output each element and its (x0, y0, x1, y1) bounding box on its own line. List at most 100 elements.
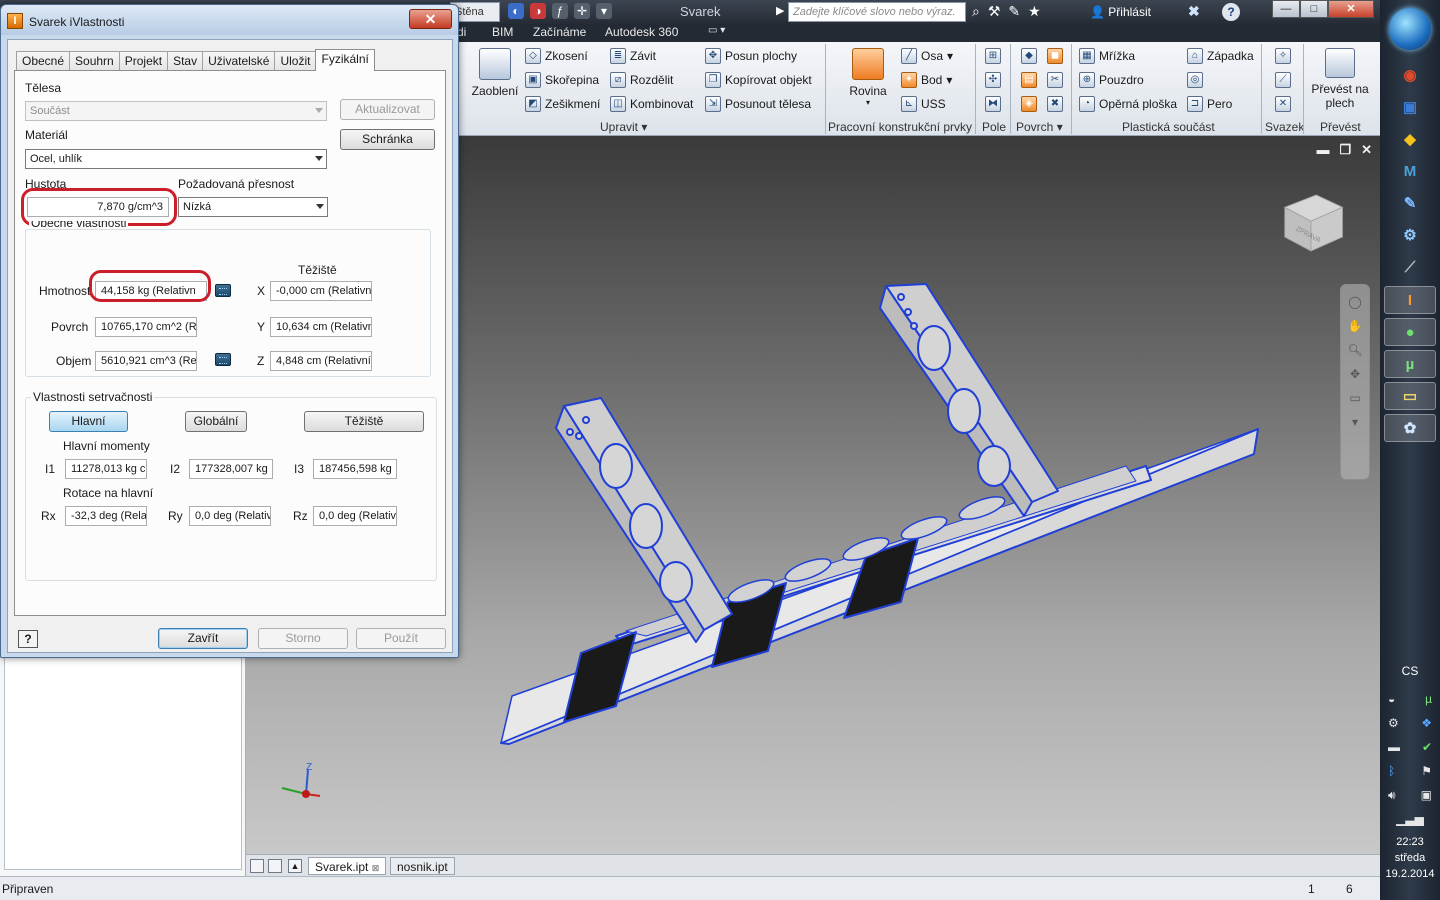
help-icon[interactable]: ? (1222, 3, 1240, 21)
ribbon-tab-getting-started[interactable]: Začínáme (533, 25, 586, 39)
copy-object-button[interactable]: ❐ Kopírovat objekt (705, 72, 812, 88)
volume-icon[interactable]: 🔊︎ (1388, 788, 1396, 803)
split-button[interactable]: ⧄ Rozdělit (610, 72, 673, 88)
login-link[interactable]: 👤 Přihlásit (1090, 5, 1151, 19)
minimize-button[interactable]: — (1272, 0, 1300, 18)
close-icon[interactable]: ⊠ (372, 863, 380, 873)
utorrent-tray-icon[interactable]: µ (1425, 692, 1432, 706)
floppy-icon[interactable]: ▣ (1384, 94, 1436, 122)
accuracy-select[interactable]: Nízká (178, 197, 328, 217)
mass-field[interactable]: 44,158 kg (Relativn (95, 281, 207, 301)
rule-fillet-button[interactable]: ◎ (1187, 72, 1203, 88)
inventor-icon[interactable]: I (1384, 286, 1436, 314)
volume-field[interactable]: 5610,921 cm^3 (Re (95, 351, 197, 371)
shell-button[interactable]: ▣ Skořepina (525, 72, 599, 88)
point-button[interactable]: ✦ Bod ▾ (901, 72, 952, 88)
boundary-patch-icon[interactable]: ▤ (1021, 72, 1037, 88)
wrench-icon[interactable]: ⚒ (988, 3, 1001, 20)
mirror-icon[interactable]: ⧓ (985, 96, 1001, 112)
apply-button[interactable]: Použít (356, 628, 446, 649)
language-indicator[interactable]: CS (1380, 664, 1440, 678)
harness-icon-1[interactable]: ✧ (1275, 48, 1291, 64)
bluetooth-icon[interactable]: ᛒ (1388, 764, 1395, 778)
tab-physical[interactable]: Fyzikální (315, 49, 375, 71)
function-icon[interactable]: ƒ (552, 3, 568, 19)
dialog-titlebar[interactable]: I Svarek iVlastnosti ✕ (1, 5, 458, 35)
appearance-icon[interactable]: ◑ (530, 3, 546, 19)
ribbon-options-icon[interactable]: ▭ ▾ (708, 25, 725, 36)
ribbon-tab-autodesk360[interactable]: Autodesk 360 (605, 25, 678, 39)
matlab-icon[interactable]: M (1384, 158, 1436, 186)
tab-custom[interactable]: Uživatelské (202, 51, 276, 71)
circ-pattern-icon[interactable]: ✣ (985, 72, 1001, 88)
clock[interactable]: 22:23 středa 19.2.2014 (1380, 834, 1440, 882)
calculator-icon[interactable] (215, 284, 231, 297)
i1-field[interactable]: 11278,013 kg c (65, 459, 147, 479)
chrome-icon[interactable]: ◉ (1384, 62, 1436, 90)
material-select[interactable]: Ocel, uhlík (25, 149, 327, 169)
density-field[interactable]: 7,870 g/cm^3 (27, 197, 169, 217)
move-face-button[interactable]: ✥ Posun plochy (705, 48, 797, 64)
clipboard-button[interactable]: Schránka (340, 129, 435, 150)
check-icon[interactable]: ✔ (1422, 740, 1432, 754)
i3-field[interactable]: 187456,598 kg (313, 459, 397, 479)
drive-icon[interactable]: ▬ (1388, 740, 1400, 754)
tools-icon[interactable]: ✎ (1008, 3, 1020, 20)
center-of-gravity-button[interactable]: Těžiště (304, 411, 424, 432)
cog-x-field[interactable]: -0,000 cm (Relativn (270, 281, 372, 301)
i2-field[interactable]: 177328,007 kg (189, 459, 273, 479)
rect-pattern-icon[interactable]: ⊞ (985, 48, 1001, 64)
tab-general[interactable]: Obecné (16, 51, 71, 71)
add-icon[interactable]: ✛ (574, 3, 590, 19)
flag-icon[interactable]: ⚑ (1421, 764, 1432, 778)
trim-icon[interactable]: ✂ (1047, 72, 1063, 88)
grid-icon[interactable] (268, 859, 282, 873)
chamfer-button[interactable]: ◇ Zkosení (525, 48, 588, 64)
monitor-icon[interactable]: ▣ (1421, 788, 1432, 803)
grill-button[interactable]: ▦ Mřížka (1079, 48, 1135, 64)
pen-icon[interactable]: ✎ (1384, 190, 1436, 218)
combine-button[interactable]: ◫ Kombinovat (610, 96, 693, 112)
panel-modify-label[interactable]: Upravit ▾ (600, 120, 647, 134)
doc-tab-nosnik[interactable]: nosnik.ipt (390, 857, 455, 875)
harness-icon-2[interactable]: ⟋ (1275, 72, 1291, 88)
doc-tab-svarek[interactable]: Svarek.ipt ⊠ (308, 857, 387, 875)
color-icon[interactable]: ◐ (508, 3, 524, 19)
tile-icon[interactable] (250, 859, 264, 873)
cog-y-field[interactable]: 10,634 cm (Relativn (270, 317, 372, 337)
ry-field[interactable]: 0,0 deg (Relativ (189, 506, 271, 526)
tab-project[interactable]: Projekt (118, 51, 169, 71)
tab-summary[interactable]: Souhrn (69, 51, 120, 71)
rx-field[interactable]: -32,3 deg (Rela (65, 506, 147, 526)
steam-icon[interactable]: ⚙ (1388, 716, 1399, 730)
dialog-close-button[interactable]: ✕ (409, 9, 452, 29)
rz-field[interactable]: 0,0 deg (Relativ (313, 506, 397, 526)
bodies-select[interactable]: Součást (25, 101, 327, 121)
palette-icon[interactable]: ✿ (1384, 414, 1436, 442)
principal-button[interactable]: Hlavní (49, 411, 128, 432)
ucs-button[interactable]: ⊾ USS (901, 96, 946, 112)
stitch-icon[interactable]: ◼ (1047, 48, 1063, 64)
folder-icon[interactable]: ▭ (1384, 382, 1436, 410)
help-button[interactable]: ? (18, 630, 38, 648)
axis-button[interactable]: ╱ Osa ▾ (901, 48, 953, 64)
area-field[interactable]: 10765,170 cm^2 (R (95, 317, 197, 337)
thicken-icon[interactable]: ◆ (1021, 48, 1037, 64)
ribbon-tab-bim[interactable]: BIM (492, 25, 513, 39)
move-bodies-button[interactable]: ⇲ Posunout tělesa (705, 96, 811, 112)
search-input[interactable]: Zadejte klíčové slovo nebo výraz. (788, 2, 966, 22)
boss-button[interactable]: ⊕ Pouzdro (1079, 72, 1144, 88)
spotify-icon[interactable]: ● (1384, 318, 1436, 346)
maximize-button[interactable]: □ (1300, 0, 1328, 18)
delete-face-icon[interactable]: ✖ (1047, 96, 1063, 112)
arrange-up-icon[interactable]: ▲ (288, 859, 302, 873)
rest-button[interactable]: ◔ Opěrná ploška (1079, 96, 1177, 112)
close-button[interactable]: ✕ (1328, 0, 1374, 18)
plane-button[interactable]: Rovina ▾ (843, 48, 893, 107)
harness-icon-3[interactable]: ✕ (1275, 96, 1291, 112)
fillet-button[interactable]: Zaoblení (469, 48, 521, 98)
exchange-icon[interactable]: ✖ (1188, 3, 1200, 20)
dropbox-icon[interactable]: ❖ (1421, 716, 1432, 730)
star-icon[interactable]: ★ (1028, 3, 1041, 20)
cancel-button[interactable]: Storno (258, 628, 348, 649)
